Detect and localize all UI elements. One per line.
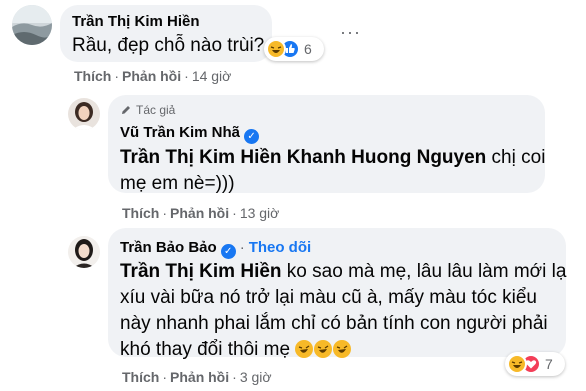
mention-link[interactable]: Trần Thị Kim Hiền bbox=[120, 261, 282, 282]
comment-actions: Thích · Phản hồi · 14 giờ bbox=[74, 68, 231, 84]
author-tag: Tác giả bbox=[120, 103, 175, 117]
rofl-emoji-icon bbox=[295, 340, 314, 358]
timestamp[interactable]: 14 giờ bbox=[192, 68, 232, 84]
separator-dot: · bbox=[162, 205, 168, 221]
comment-bubble: Trần Thị Kim Hiền Rầu, đẹp chỗ nào trùi? bbox=[60, 5, 272, 62]
comment-actions: Thích · Phản hồi · 13 giờ bbox=[122, 205, 279, 221]
comment-author[interactable]: Trần Thị Kim Hiền bbox=[72, 13, 200, 30]
reaction-summary[interactable]: 7 bbox=[505, 352, 565, 376]
avatar-vu-tran-kim-nha[interactable] bbox=[68, 98, 100, 130]
follow-button[interactable]: Theo dõi bbox=[249, 239, 312, 256]
more-options-icon[interactable]: ··· bbox=[340, 22, 361, 43]
timestamp[interactable]: 13 giờ bbox=[240, 205, 280, 221]
comment-text-part: ko sao mà mẹ, lâu lâu làm mới lạ bbox=[281, 261, 567, 282]
reaction-count: 7 bbox=[545, 356, 553, 372]
verified-badge-icon: ✓ bbox=[244, 129, 260, 144]
avatar-tran-thi-kim-hien[interactable] bbox=[12, 5, 52, 45]
like-button[interactable]: Thích bbox=[122, 205, 159, 221]
timestamp[interactable]: 3 giờ bbox=[240, 369, 272, 385]
rofl-emoji-icon bbox=[333, 340, 352, 358]
reaction-summary[interactable]: 6 bbox=[264, 37, 324, 61]
avatar-tran-bao-bao[interactable] bbox=[68, 236, 100, 268]
comment-author[interactable]: Vũ Trần Kim Nhã bbox=[120, 124, 240, 141]
comment-bubble: Trần Bảo Bảo ✓ · Theo dõi Trần Thị Kim Hiền… bbox=[108, 228, 566, 360]
author-tag-label: Tác giả bbox=[136, 103, 176, 117]
separator-dot: · bbox=[232, 369, 237, 385]
comment-author-row: Vũ Trần Kim Nhã ✓ bbox=[120, 124, 260, 144]
reply-button[interactable]: Phản hồi bbox=[170, 369, 229, 385]
comment-text: Trần Thị Kim Hiền ko sao mà mẹ, lâu lâu … bbox=[120, 259, 566, 363]
comment-text-part: xíu vài bữa nó trở lại màu cũ à, mấy màu… bbox=[120, 287, 537, 308]
reply-button[interactable]: Phản hồi bbox=[170, 205, 229, 221]
comment-text-part: khó thay đổi thôi mẹ bbox=[120, 339, 291, 360]
author-pen-icon bbox=[122, 106, 130, 114]
comment-text-part: chị coi bbox=[486, 147, 546, 168]
separator-dot: · bbox=[232, 205, 237, 221]
comment-text-part: mẹ em nè=))) bbox=[120, 173, 235, 194]
reply-button[interactable]: Phản hồi bbox=[122, 68, 181, 84]
comment-text: Rầu, đẹp chỗ nào trùi? bbox=[72, 35, 265, 56]
separator-dot: · bbox=[162, 369, 168, 385]
comment-text: Trần Thị Kim Hiền Khanh Huong Nguyen chị… bbox=[120, 145, 545, 197]
comment-author[interactable]: Trần Bảo Bảo bbox=[120, 239, 217, 256]
comment-bubble: Tác giả Vũ Trần Kim Nhã ✓ Trần Thị Kim Hi… bbox=[108, 95, 545, 194]
separator-dot: · bbox=[114, 68, 120, 84]
comment-author-row: Trần Bảo Bảo ✓ · Theo dõi bbox=[120, 239, 312, 259]
comment-text-part: này nhanh phai lắm chỉ có bản tính con n… bbox=[120, 313, 548, 334]
like-button[interactable]: Thích bbox=[122, 369, 159, 385]
separator-dot: · bbox=[184, 68, 189, 84]
reaction-count: 6 bbox=[304, 41, 312, 57]
comment-actions: Thích · Phản hồi · 3 giờ bbox=[122, 369, 272, 385]
haha-reaction-icon bbox=[507, 354, 527, 374]
mention-link[interactable]: Trần Thị Kim Hiền Khanh Huong Nguyen bbox=[120, 147, 486, 168]
rofl-emoji-icon bbox=[314, 340, 333, 358]
haha-reaction-icon bbox=[266, 39, 286, 59]
like-button[interactable]: Thích bbox=[74, 68, 111, 84]
verified-badge-icon: ✓ bbox=[220, 244, 236, 259]
